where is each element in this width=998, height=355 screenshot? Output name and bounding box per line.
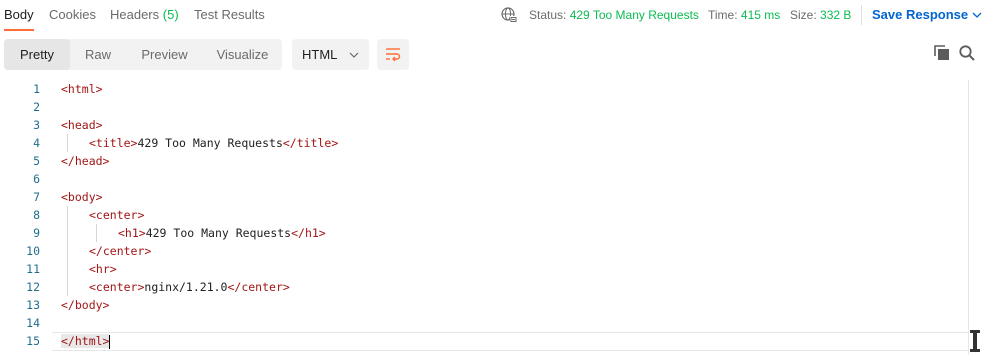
search-icon[interactable] xyxy=(958,44,976,62)
view-preview-button[interactable]: Preview xyxy=(126,39,203,70)
view-mode-segmented-control: Pretty Raw Preview Visualize xyxy=(4,39,282,70)
copy-icon[interactable] xyxy=(933,44,951,62)
response-tab-bar: Body Cookies Headers (5) Test Results St… xyxy=(0,0,998,31)
tab-cookies[interactable]: Cookies xyxy=(49,7,96,31)
time-info: Time: 415 ms xyxy=(708,8,780,22)
code-text: </center> xyxy=(89,244,152,258)
time-label: Time: xyxy=(708,8,738,22)
code-text: </body> xyxy=(61,298,110,312)
language-select[interactable]: HTML xyxy=(292,39,369,70)
code-line: 8 <center> xyxy=(0,206,968,224)
code-line: 12 <center>nginx/1.21.0</center> xyxy=(0,278,968,296)
line-number: 7 xyxy=(33,190,40,204)
line-number: 2 xyxy=(33,100,40,114)
code-text: <center>nginx/1.21.0</center> xyxy=(89,280,290,294)
code-line: 15 </html> xyxy=(0,332,968,350)
view-pretty-button[interactable]: Pretty xyxy=(4,39,70,70)
line-number: 5 xyxy=(33,154,40,168)
line-number: 10 xyxy=(26,244,40,258)
code-line: 10 </center> xyxy=(0,242,968,260)
line-number: 4 xyxy=(33,136,40,150)
code-line: 3 <head> xyxy=(0,116,968,134)
view-visualize-button[interactable]: Visualize xyxy=(203,39,282,70)
line-number: 12 xyxy=(26,280,40,294)
tab-body[interactable]: Body xyxy=(4,7,34,31)
response-body-editor[interactable]: 1 <html> 2 3 <head> 4 <title>429 Too Man… xyxy=(0,80,968,355)
code-line: 5 </head> xyxy=(0,152,968,170)
code-line: 6 xyxy=(0,170,968,188)
wrap-lines-button[interactable] xyxy=(377,39,409,70)
code-line: 14 xyxy=(0,314,968,332)
code-text: </head> xyxy=(61,154,110,168)
line-number: 8 xyxy=(33,208,40,222)
code-text: <h1>429 Too Many Requests</h1> xyxy=(118,226,326,240)
status-value[interactable]: 429 Too Many Requests xyxy=(570,8,699,22)
line-number: 1 xyxy=(33,82,40,96)
size-label: Size: xyxy=(790,8,817,22)
size-info: Size: 332 B xyxy=(790,8,851,22)
code-text: <body> xyxy=(61,190,103,204)
code-line: 11 <hr> xyxy=(0,260,968,278)
line-number: 6 xyxy=(33,172,40,186)
code-line: 9 <h1>429 Too Many Requests</h1> xyxy=(0,224,968,242)
code-text: <title>429 Too Many Requests</title> xyxy=(89,136,339,150)
tab-headers[interactable]: Headers (5) xyxy=(110,7,179,31)
line-number: 15 xyxy=(26,334,40,348)
code-line: 13 </body> xyxy=(0,296,968,314)
tab-label: Cookies xyxy=(49,7,96,22)
status-label: Status: xyxy=(529,8,567,22)
code-text: <head> xyxy=(61,118,103,132)
line-number: 11 xyxy=(26,262,40,276)
code-text: <center> xyxy=(89,208,145,222)
text-cursor-icon xyxy=(970,330,980,352)
status-info: Status: 429 Too Many Requests xyxy=(529,8,699,22)
code-line: 2 xyxy=(0,98,968,116)
view-raw-button[interactable]: Raw xyxy=(70,39,126,70)
line-number: 14 xyxy=(26,316,40,330)
editor-scrollbar[interactable] xyxy=(968,80,982,355)
headers-count-badge: (5) xyxy=(162,7,179,22)
code-line: 7 <body> xyxy=(0,188,968,206)
line-number: 13 xyxy=(26,298,40,312)
text-cursor xyxy=(109,334,111,349)
tab-label: Headers xyxy=(110,7,160,22)
code-line: 4 <title>429 Too Many Requests</title> xyxy=(0,134,968,152)
save-response-button[interactable]: Save Response xyxy=(872,7,982,22)
tab-label: Body xyxy=(4,7,34,22)
network-globe-icon[interactable] xyxy=(500,6,518,24)
wrap-lines-icon xyxy=(386,48,401,62)
code-line: 1 <html> xyxy=(0,80,968,98)
line-number: 9 xyxy=(33,226,40,240)
chevron-down-icon xyxy=(349,39,359,70)
time-value[interactable]: 415 ms xyxy=(741,8,780,22)
tab-test-results[interactable]: Test Results xyxy=(194,7,265,31)
code-text: <hr> xyxy=(89,262,117,276)
tab-label: Test Results xyxy=(194,7,265,22)
code-text: <html> xyxy=(61,82,103,96)
save-response-label: Save Response xyxy=(872,7,969,22)
line-number: 3 xyxy=(33,118,40,132)
code-text: </html> xyxy=(61,334,111,349)
size-value[interactable]: 332 B xyxy=(820,8,851,22)
chevron-down-icon xyxy=(972,7,982,22)
language-value: HTML xyxy=(302,47,338,62)
divider xyxy=(861,5,862,25)
